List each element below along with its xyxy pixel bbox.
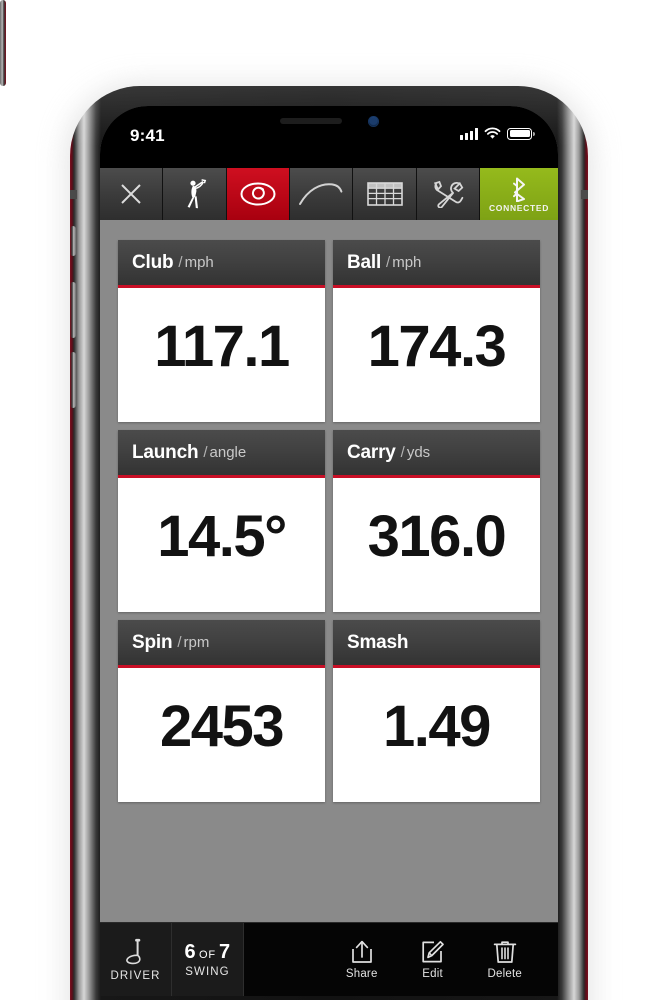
screenshot-root: 9:41 CONNECTED Club / mph 117.1 Ball / m… xyxy=(0,0,658,1000)
golfer-swing-icon xyxy=(187,179,206,209)
battery-full-icon xyxy=(507,127,535,140)
metric-unit: / angle xyxy=(203,444,247,461)
metric-unit: / mph xyxy=(178,254,214,271)
metric-card-launch[interactable]: Launch / angle 14.5° xyxy=(118,430,325,612)
edit-button[interactable]: Edit xyxy=(420,939,446,980)
metric-value: 1.49 xyxy=(383,693,491,759)
tab-data[interactable] xyxy=(226,168,291,220)
swing-current: 6 xyxy=(184,941,197,963)
metric-unit: / mph xyxy=(386,254,422,271)
metrics-row-2: Launch / angle 14.5° Carry / yds 316.0 xyxy=(118,430,540,612)
top-toolbar: CONNECTED xyxy=(100,168,558,220)
share-button[interactable]: Share xyxy=(346,939,378,980)
trash-icon xyxy=(493,941,517,963)
metric-header: Ball / mph xyxy=(333,240,540,288)
antenna-line-right xyxy=(581,190,588,199)
edit-pencil-icon xyxy=(421,940,444,963)
swing-caption: SWING xyxy=(185,966,230,978)
ball-flight-curve-icon xyxy=(299,183,343,205)
share-label: Share xyxy=(345,968,378,980)
swing-counter[interactable]: 6 OF 7 SWING xyxy=(172,923,244,996)
power-button[interactable] xyxy=(0,0,6,86)
metric-header: Launch / angle xyxy=(118,430,325,478)
bluetooth-icon xyxy=(512,177,525,202)
share-icon xyxy=(351,940,372,963)
metric-header: Club / mph xyxy=(118,240,325,288)
phone-bezel: 9:41 CONNECTED Club / mph 117.1 Ball / m… xyxy=(100,106,558,996)
status-bar-indicators xyxy=(460,127,535,140)
metric-unit: / rpm xyxy=(177,634,210,651)
metric-header: Smash xyxy=(333,620,540,668)
close-x-icon xyxy=(121,184,141,204)
metric-header: Spin / rpm xyxy=(118,620,325,668)
swing-of: OF xyxy=(199,949,216,961)
mute-switch[interactable] xyxy=(70,226,76,256)
status-bar: 9:41 xyxy=(100,106,558,168)
metric-unit: / yds xyxy=(400,444,431,461)
metric-value: 174.3 xyxy=(367,313,507,379)
volume-down-button[interactable] xyxy=(70,352,76,408)
wrench-screwdriver-icon xyxy=(433,180,464,208)
metric-unit-text: yds xyxy=(406,444,431,461)
metric-label: Spin xyxy=(132,631,173,653)
metric-card-smash[interactable]: Smash 1.49 xyxy=(333,620,540,802)
metric-value: 14.5° xyxy=(157,503,287,569)
metric-card-club[interactable]: Club / mph 117.1 xyxy=(118,240,325,422)
notch xyxy=(231,106,427,136)
bottom-bar: DRIVER 6 OF 7 SWING Share Edit Delete xyxy=(100,922,558,996)
metric-card-carry[interactable]: Carry / yds 316.0 xyxy=(333,430,540,612)
tab-bluetooth-connected[interactable]: CONNECTED xyxy=(480,168,558,220)
edit-label: Edit xyxy=(422,968,443,980)
front-camera xyxy=(367,115,379,127)
eye-swirl-icon xyxy=(240,182,276,206)
metric-label: Carry xyxy=(347,441,396,463)
grid-table-icon xyxy=(366,182,403,206)
volume-up-button[interactable] xyxy=(70,282,76,338)
metric-label: Smash xyxy=(347,631,409,653)
metric-unit-text: angle xyxy=(209,444,247,461)
tab-swing[interactable] xyxy=(163,168,227,220)
tab-table[interactable] xyxy=(353,168,417,220)
metrics-row-1: Club / mph 117.1 Ball / mph 174.3 xyxy=(118,240,540,422)
golf-driver-icon xyxy=(125,938,141,964)
metric-value: 117.1 xyxy=(154,313,290,379)
app-screen: 9:41 CONNECTED Club / mph 117.1 Ball / m… xyxy=(100,106,558,996)
metric-unit-text: rpm xyxy=(183,634,210,651)
club-name: DRIVER xyxy=(110,969,161,982)
tab-tools[interactable] xyxy=(416,168,481,220)
metric-label: Launch xyxy=(132,441,199,463)
metric-card-spin[interactable]: Spin / rpm 2453 xyxy=(118,620,325,802)
metric-unit-text: mph xyxy=(392,254,422,271)
metrics-row-3: Spin / rpm 2453 Smash 1.49 xyxy=(118,620,540,802)
metric-label: Club xyxy=(132,251,174,273)
earpiece-speaker xyxy=(279,118,342,124)
delete-label: Delete xyxy=(487,968,522,980)
metric-unit-text: mph xyxy=(184,254,214,271)
swing-count: 6 OF 7 xyxy=(185,941,231,964)
bluetooth-status-label: CONNECTED xyxy=(488,203,550,213)
action-buttons: Share Edit Delete xyxy=(244,923,558,996)
metric-header: Carry / yds xyxy=(333,430,540,478)
antenna-line-left xyxy=(70,190,77,199)
cellular-bars-icon xyxy=(460,127,478,140)
club-selector[interactable]: DRIVER xyxy=(100,923,172,996)
metric-label: Ball xyxy=(347,251,382,273)
tab-close[interactable] xyxy=(100,168,164,220)
metric-card-ball[interactable]: Ball / mph 174.3 xyxy=(333,240,540,422)
status-bar-time: 9:41 xyxy=(130,126,165,145)
tab-trajectory[interactable] xyxy=(290,168,354,220)
metric-value: 2453 xyxy=(159,693,285,759)
delete-button[interactable]: Delete xyxy=(488,939,522,980)
wifi-icon xyxy=(484,127,501,139)
swing-total: 7 xyxy=(218,941,231,963)
metrics-grid: Club / mph 117.1 Ball / mph 174.3 Launch… xyxy=(100,220,558,922)
metric-value: 316.0 xyxy=(367,503,507,569)
